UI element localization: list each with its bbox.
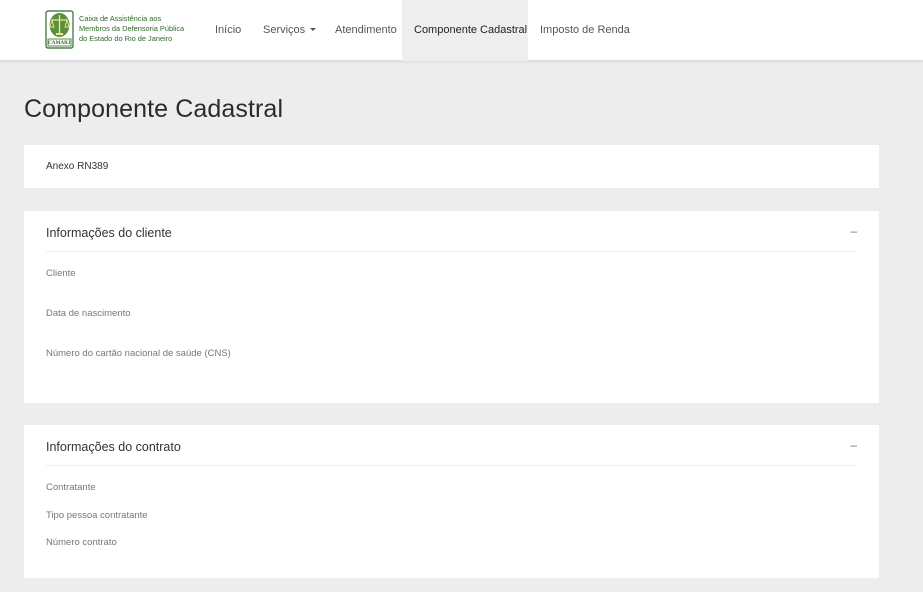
contrato-info-panel: Informações do contrato – Contratante Ti… [24,425,879,578]
field-label-tipo-pessoa: Tipo pessoa contratante [46,510,148,521]
brand-acronym-text: CAMARJ [48,40,71,46]
brand-name: Caixa de Assistência aos Membros da Defe… [79,14,184,44]
nav-item-componente-cadastral[interactable]: Componente Cadastral [402,0,528,61]
divider [46,251,857,252]
anexo-panel: Anexo RN389 [24,145,879,188]
field-label-numero-contrato: Número contrato [46,537,117,548]
field-label-data-nascimento: Data de nascimento [46,308,131,319]
divider [46,465,857,466]
nav-item-imposto-de-renda[interactable]: Imposto de Renda [540,0,630,61]
nav-item-servicos[interactable]: Serviços [263,0,317,61]
top-navbar: CAMARJ Caixa de Assistência aos Membros … [0,0,923,61]
cliente-info-panel: Informações do cliente – Cliente Data de… [24,211,879,403]
field-label-cns: Número do cartão nacional de saúde (CNS) [46,348,231,359]
collapse-contrato-button[interactable]: – [850,439,857,451]
brand-line-2: Membros da Defensoria Pública [79,24,185,33]
field-label-contratante: Contratante [46,482,96,493]
collapse-cliente-button[interactable]: – [850,225,857,237]
page-title: Componente Cadastral [24,95,284,123]
brand-logo[interactable]: CAMARJ Caixa de Assistência aos Membros … [45,9,184,49]
contrato-panel-title: Informações do contrato [46,440,181,454]
nav-item-atendimento[interactable]: Atendimento [335,0,397,61]
nav-item-servicos-label: Serviços [263,24,306,36]
brand-line-1: Caixa de Assistência aos [79,14,162,23]
field-label-cliente: Cliente [46,268,76,279]
nav-item-inicio[interactable]: Início [215,0,241,61]
brand-line-3: do Estado do Rio de Janeiro [79,34,173,43]
caret-down-icon [310,27,317,31]
brand-acronym: CAMARJ [48,40,71,46]
cliente-panel-title: Informações do cliente [46,226,172,240]
anexo-label: Anexo RN389 [46,161,109,172]
